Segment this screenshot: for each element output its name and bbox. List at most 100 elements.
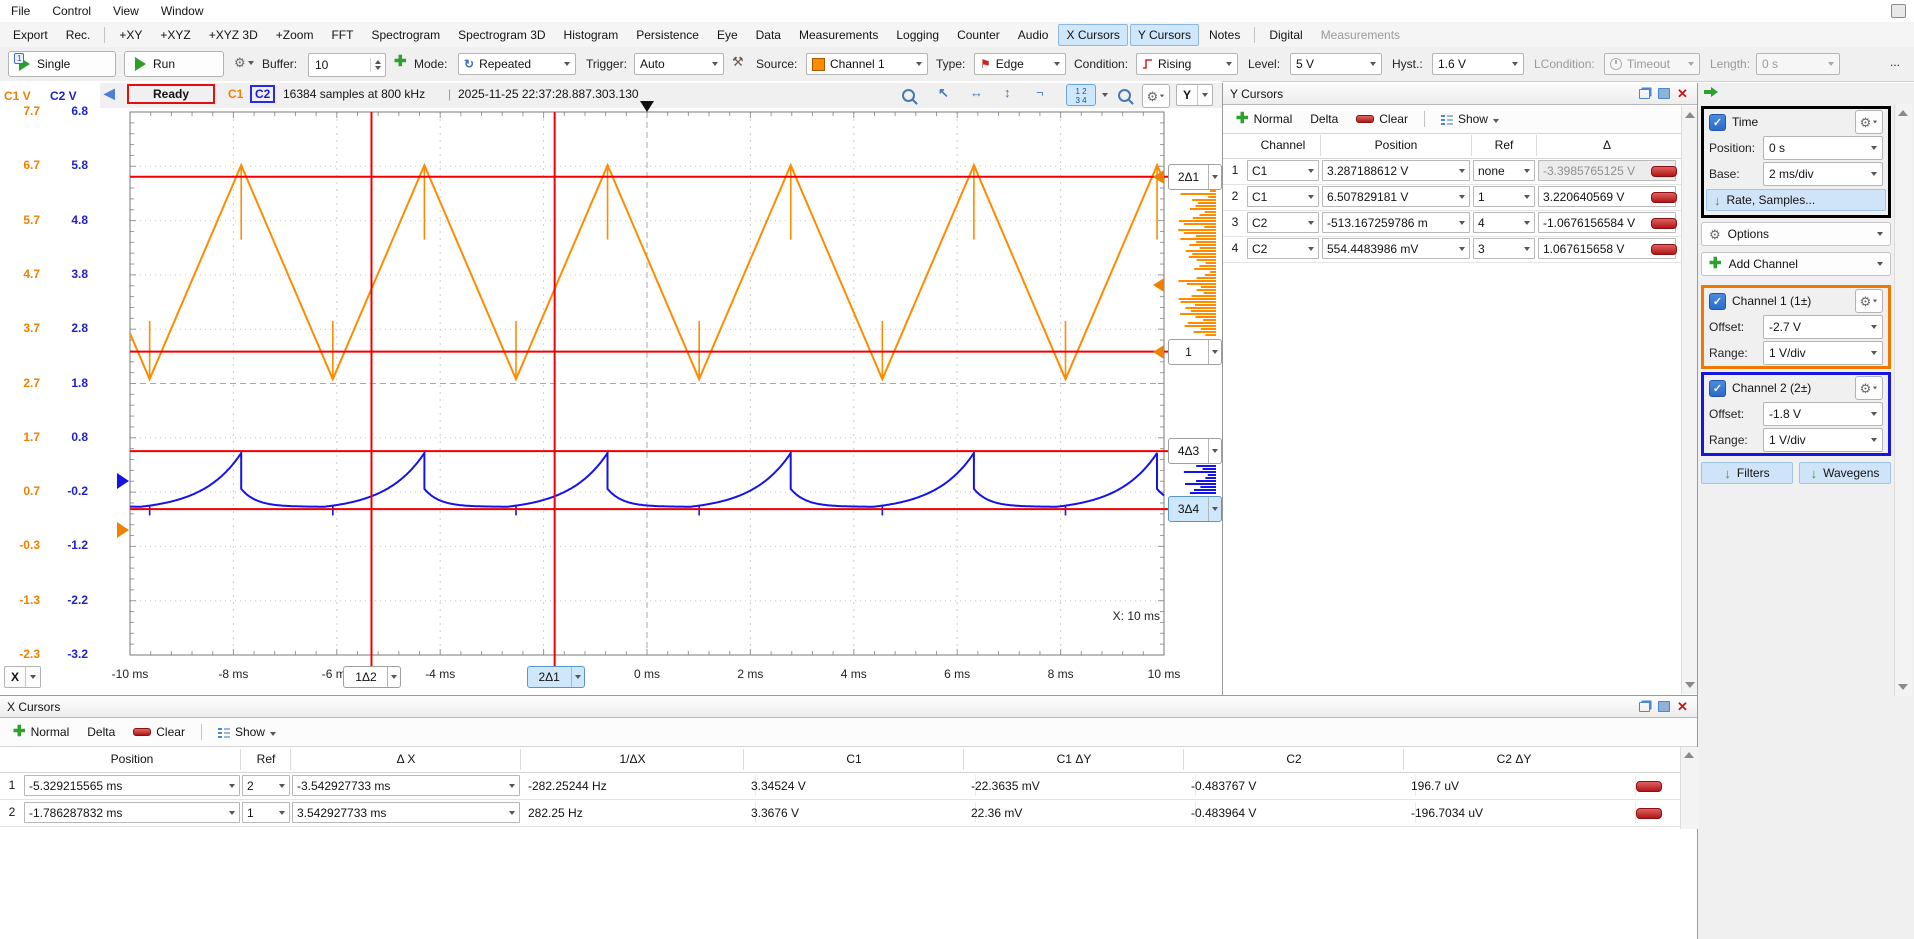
x-cursor-dx-select[interactable]: 3.542927733 ms (292, 802, 520, 823)
y-show-menu[interactable]: Show (1434, 110, 1506, 128)
menu-view[interactable]: View (102, 1, 150, 21)
remove-cursor-button[interactable] (1651, 166, 1677, 177)
y-cursor-tag-1[interactable]: 2Δ1 (1168, 164, 1222, 190)
x-cursor-tag-2[interactable]: 2Δ1 (527, 666, 585, 688)
y-cursor-tag-4[interactable]: 3Δ4 (1168, 496, 1222, 522)
restore-icon[interactable] (1637, 87, 1652, 101)
channel2-checkbox[interactable]: ✓ (1709, 380, 1726, 397)
filters-button[interactable]: ↓ Filters (1701, 462, 1793, 484)
level-select[interactable]: 5 V (1290, 53, 1382, 75)
viewbar-x-cursors[interactable]: X Cursors (1058, 24, 1127, 46)
menu-window[interactable]: Window (150, 1, 215, 21)
viewbar-notes[interactable]: Notes (1201, 24, 1248, 46)
channel2-gear-icon[interactable]: ⚙ (1855, 376, 1883, 400)
wavegens-button[interactable]: ↓ Wavegens (1799, 462, 1891, 484)
add-channel-button[interactable]: ✚ Add Channel (1701, 252, 1891, 276)
y-cursor-ref-select[interactable]: 4 (1473, 212, 1535, 233)
y-cursor-ref-select[interactable]: 3 (1473, 238, 1535, 259)
viewbar-export[interactable]: Export (5, 24, 56, 46)
trigger-select[interactable]: Auto (634, 53, 724, 75)
channel1-offset-select[interactable]: -2.7 V (1763, 315, 1883, 339)
buffer-spinbox[interactable]: 10 (308, 53, 386, 77)
y-cursor-ref-select[interactable]: none (1473, 160, 1535, 181)
viewbar-logging[interactable]: Logging (888, 24, 947, 46)
hysteresis-select[interactable]: 1.6 V (1432, 53, 1524, 75)
x-cursor-tag-1[interactable]: 1Δ2 (343, 666, 401, 688)
single-button[interactable]: 1 Single (8, 51, 116, 77)
close-icon[interactable]: ✕ (1675, 700, 1690, 714)
time-position-select[interactable]: 0 s (1763, 136, 1883, 160)
channel1-range-select[interactable]: 1 V/div (1763, 341, 1883, 365)
viewbar-eye[interactable]: Eye (709, 24, 746, 46)
y-cursor-position-select[interactable]: 554.4483986 mV (1322, 238, 1470, 259)
y-cursor-channel-select[interactable]: C2 (1247, 212, 1319, 233)
x-add-normal-button[interactable]: ✚Normal (6, 723, 76, 741)
y-add-normal-button[interactable]: ✚Normal (1229, 110, 1299, 128)
x-clear-button[interactable]: Clear (126, 723, 192, 741)
x-add-delta-button[interactable]: Delta (80, 723, 122, 741)
toolbar-more[interactable]: ... (1890, 55, 1900, 69)
restore-icon[interactable] (1637, 700, 1652, 714)
y-clear-button[interactable]: Clear (1349, 110, 1415, 128)
x-cursor-ref-select[interactable]: 2 (242, 775, 290, 796)
condition-select[interactable]: Rising (1136, 53, 1238, 75)
channel1-checkbox[interactable]: ✓ (1709, 293, 1726, 310)
y-cursor-tag-2[interactable]: 1 (1168, 339, 1222, 365)
viewbar--xyz-3d[interactable]: +XYZ 3D (201, 24, 266, 46)
close-icon[interactable]: ✕ (1675, 87, 1690, 101)
remove-cursor-button[interactable] (1636, 808, 1662, 819)
y-cursor-ref-select[interactable]: 1 (1473, 186, 1535, 207)
buffer-gear-icon[interactable]: ⚙ (234, 56, 254, 69)
hammer-icon[interactable]: ⚒ (732, 54, 744, 70)
y-add-delta-button[interactable]: Delta (1303, 110, 1345, 128)
time-base-select[interactable]: 2 ms/div (1763, 162, 1883, 186)
viewbar-audio[interactable]: Audio (1010, 24, 1057, 46)
viewbar-data[interactable]: Data (748, 24, 789, 46)
x-cursor-position-select[interactable]: -5.329215565 ms (24, 775, 240, 796)
viewbar-rec-[interactable]: Rec. (58, 24, 99, 46)
time-checkbox[interactable]: ✓ (1709, 114, 1726, 131)
viewbar-counter[interactable]: Counter (949, 24, 1008, 46)
maximize-icon[interactable] (1656, 700, 1671, 714)
window-corner-icon[interactable] (1891, 4, 1906, 18)
channel2-offset-select[interactable]: -1.8 V (1763, 402, 1883, 426)
x-cursor-ref-select[interactable]: 1 (242, 802, 290, 823)
y-cursor-tag-3[interactable]: 4Δ3 (1168, 438, 1222, 464)
y-cursor-channel-select[interactable]: C1 (1247, 186, 1319, 207)
viewbar--xy[interactable]: +XY (111, 24, 150, 46)
source-select[interactable]: Channel 1 (806, 53, 928, 75)
x-panel-scrollbar[interactable] (1680, 747, 1698, 829)
maximize-icon[interactable] (1656, 87, 1671, 101)
channel2-range-select[interactable]: 1 V/div (1763, 428, 1883, 452)
menu-file[interactable]: File (0, 1, 41, 21)
y-cursor-channel-select[interactable]: C2 (1247, 238, 1319, 259)
x-cursor-dx-select[interactable]: -3.542927733 ms (292, 775, 520, 796)
mode-select[interactable]: ↻ Repeated (458, 53, 576, 75)
channel1-gear-icon[interactable]: ⚙ (1855, 289, 1883, 313)
viewbar-y-cursors[interactable]: Y Cursors (1130, 24, 1199, 46)
viewbar-spectrogram-3d[interactable]: Spectrogram 3D (450, 24, 553, 46)
x-show-menu[interactable]: Show (211, 723, 283, 741)
buffer-stepper[interactable] (370, 58, 385, 72)
menu-control[interactable]: Control (41, 1, 102, 21)
time-gear-icon[interactable]: ⚙ (1855, 110, 1883, 134)
viewbar--xyz[interactable]: +XYZ (152, 24, 198, 46)
viewbar--zoom[interactable]: +Zoom (268, 24, 322, 46)
viewbar-fft[interactable]: FFT (323, 24, 361, 46)
sidebar-scrollbar[interactable] (1894, 104, 1912, 696)
viewbar-measurements[interactable]: Measurements (1313, 24, 1408, 46)
remove-cursor-button[interactable] (1651, 244, 1677, 255)
remove-cursor-button[interactable] (1651, 218, 1677, 229)
mode-plus-icon[interactable]: ✚ (394, 55, 407, 69)
options-button[interactable]: ⚙ Options (1701, 222, 1891, 246)
viewbar-persistence[interactable]: Persistence (628, 24, 707, 46)
viewbar-measurements[interactable]: Measurements (791, 24, 886, 46)
y-cursor-position-select[interactable]: 3.287188612 V (1322, 160, 1470, 181)
remove-cursor-button[interactable] (1651, 192, 1677, 203)
x-cursor-position-select[interactable]: -1.786287832 ms (24, 802, 240, 823)
viewbar-histogram[interactable]: Histogram (556, 24, 627, 46)
x-axis-button[interactable]: X (4, 666, 41, 688)
run-button[interactable]: Run (124, 51, 224, 77)
y-cursor-channel-select[interactable]: C1 (1247, 160, 1319, 181)
rate-samples-button[interactable]: ↓ Rate, Samples... (1706, 189, 1886, 211)
